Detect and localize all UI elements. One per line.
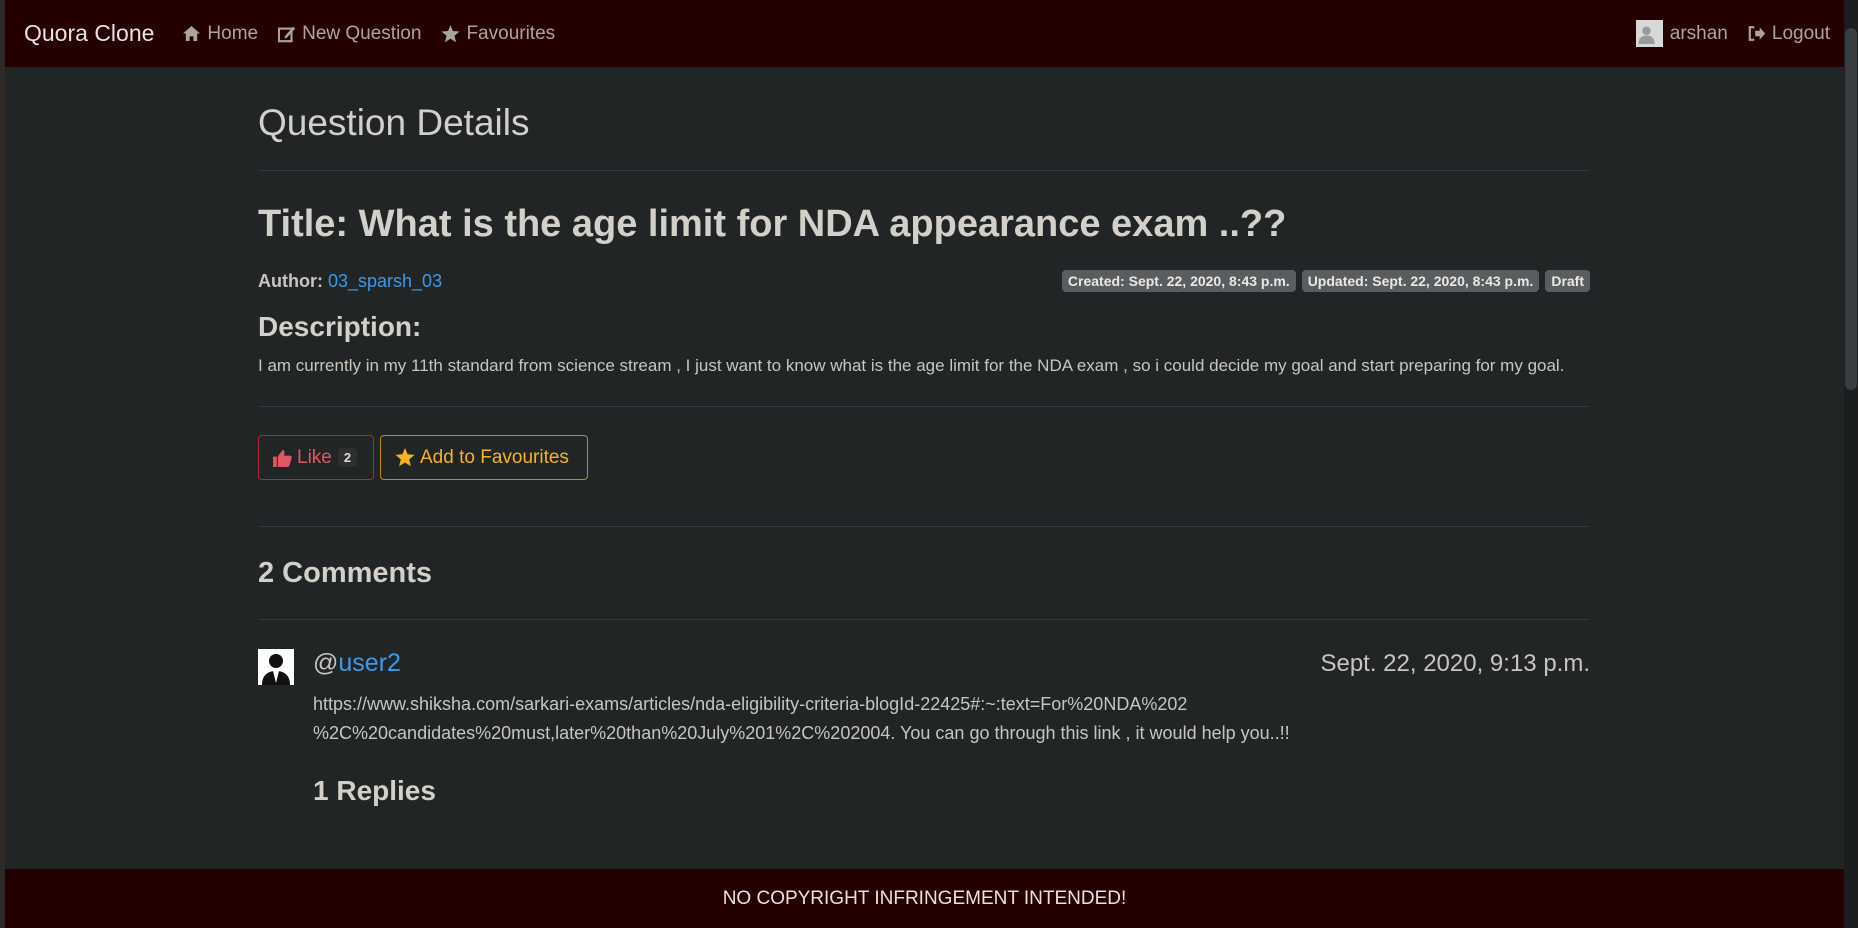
question-actions: Like 2 Add to Favourites: [258, 435, 1590, 481]
page-title: Question Details: [258, 102, 530, 143]
footer: NO COPYRIGHT INFRINGEMENT INTENDED!: [5, 869, 1844, 928]
created-badge: Created: Sept. 22, 2020, 8:43 p.m.: [1061, 270, 1296, 293]
nav-new-question-link[interactable]: New Question: [278, 23, 421, 45]
nav-favourites-link[interactable]: Favourites: [441, 23, 555, 45]
nav-new-question-label: New Question: [302, 22, 422, 44]
description-text: I am currently in my 11th standard from …: [258, 356, 1565, 376]
comment-user-link[interactable]: user2: [338, 649, 401, 677]
star-icon: [441, 24, 460, 42]
logout-label: Logout: [1771, 22, 1830, 44]
scrollbar[interactable]: [1844, 0, 1858, 928]
comment-date: Sept. 22, 2020, 9:13 p.m.: [1320, 650, 1590, 678]
comment-body: @user2 Sept. 22, 2020, 9:13 p.m. https:/…: [313, 649, 1590, 807]
brand-link[interactable]: Quora Clone: [24, 20, 154, 47]
comments-heading: 2 Comments: [258, 557, 433, 590]
nav-user-area: arshan Logout: [1635, 20, 1830, 47]
comment-item: @user2 Sept. 22, 2020, 9:13 p.m. https:/…: [258, 649, 1590, 807]
comment-avatar-icon: [258, 649, 294, 686]
nav-user-link[interactable]: arshan: [1635, 20, 1728, 47]
divider: [258, 619, 1590, 621]
user-avatar-icon: [1635, 20, 1663, 47]
nav-favourites-label: Favourites: [466, 22, 556, 44]
nav-username: arshan: [1669, 22, 1728, 44]
scrollbar-thumb[interactable]: [1845, 28, 1857, 390]
comment-text: https://www.shiksha.com/sarkari-exams/ar…: [313, 694, 1290, 744]
like-count-badge: 2: [337, 448, 358, 468]
divider: [258, 526, 1590, 528]
edit-icon: [278, 26, 296, 42]
like-label: Like: [297, 446, 332, 468]
add-to-favourites-button[interactable]: Add to Favourites: [380, 435, 588, 481]
thumbs-up-icon: [273, 449, 292, 467]
favourite-label: Add to Favourites: [420, 446, 569, 468]
comment-header: @user2 Sept. 22, 2020, 9:13 p.m.: [313, 649, 1590, 678]
home-icon: [183, 25, 201, 42]
updated-badge: Updated: Sept. 22, 2020, 8:43 p.m.: [1301, 270, 1540, 293]
status-badge: Draft: [1545, 270, 1590, 293]
main-content: Question Details Title: What is the age …: [258, 67, 1590, 807]
question-title: Title: What is the age limit for NDA app…: [258, 202, 1287, 245]
top-navbar: Quora Clone Home New Question Favourites…: [5, 0, 1844, 67]
footer-text: NO COPYRIGHT INFRINGEMENT INTENDED!: [722, 887, 1127, 909]
nav-home-label: Home: [207, 22, 259, 44]
author-label: Author:: [258, 270, 323, 291]
logout-link[interactable]: Logout: [1748, 23, 1830, 45]
comment-user: @user2: [313, 649, 401, 678]
divider: [258, 169, 1590, 171]
replies-heading: 1 Replies: [313, 775, 436, 807]
question-meta: Author: 03_sparsh_03 Created: Sept. 22, …: [258, 270, 1590, 293]
nav-home-link[interactable]: Home: [182, 23, 258, 45]
window-left-edge: [0, 0, 5, 928]
comment-at-sign: @: [313, 649, 339, 678]
author-link[interactable]: 03_sparsh_03: [328, 271, 442, 292]
star-icon: [395, 448, 415, 467]
sign-out-icon: [1748, 26, 1765, 41]
divider: [258, 406, 1590, 408]
description-heading: Description:: [258, 311, 422, 343]
question-badges: Created: Sept. 22, 2020, 8:43 p.m. Updat…: [1056, 270, 1590, 293]
like-button[interactable]: Like 2: [258, 435, 374, 481]
